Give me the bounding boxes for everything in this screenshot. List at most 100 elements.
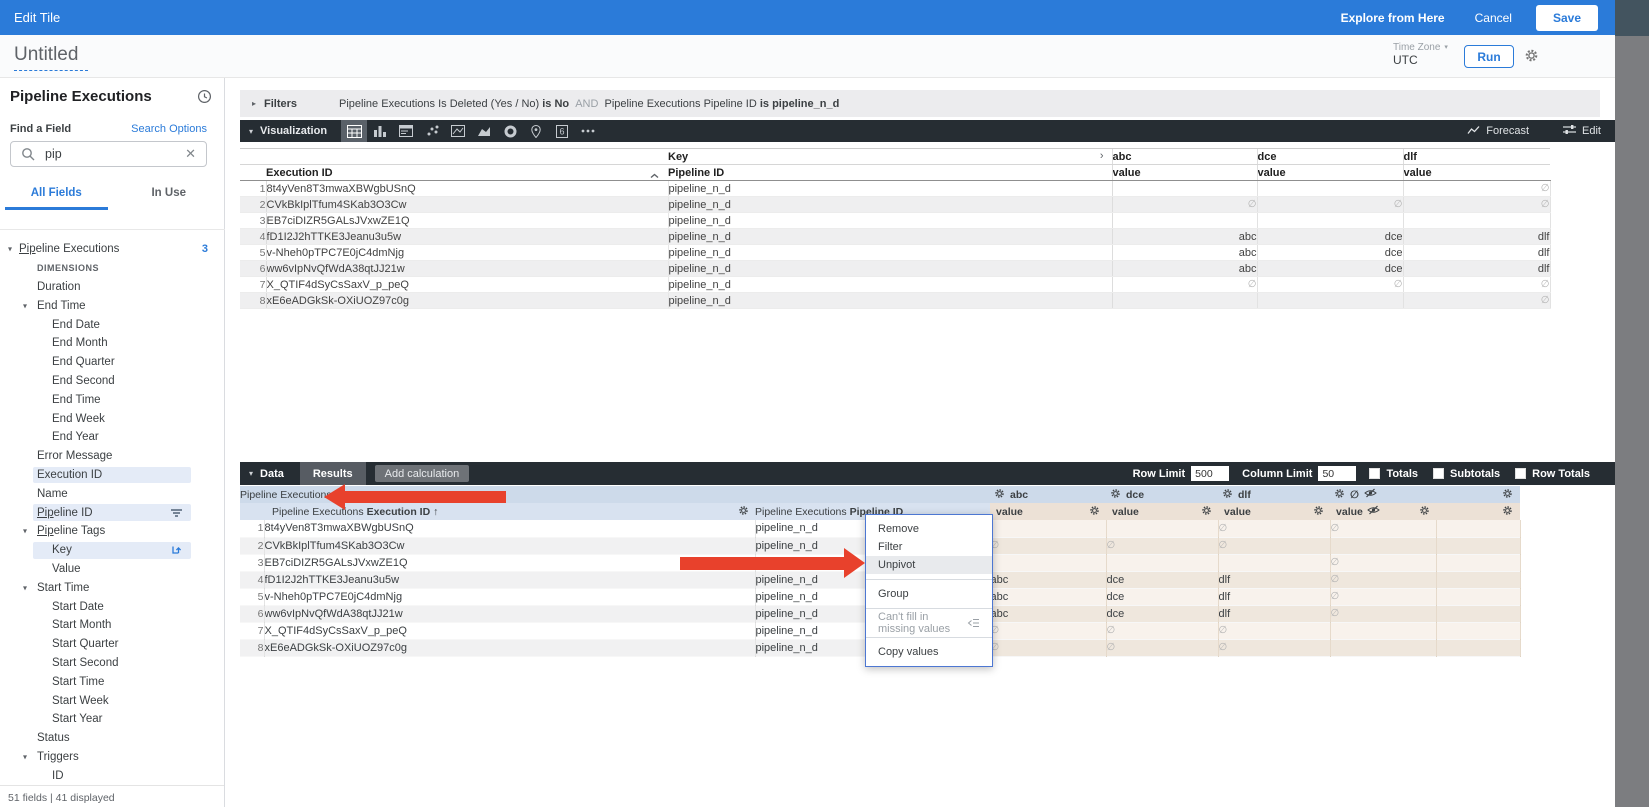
- area-viz-icon[interactable]: [471, 120, 497, 142]
- tile-title-input[interactable]: Untitled: [14, 44, 88, 71]
- sidebar-field-start-time[interactable]: Start Time: [0, 672, 225, 691]
- subtotals-checkbox[interactable]: [1433, 468, 1444, 479]
- sidebar-field-status[interactable]: Status: [0, 729, 225, 748]
- pivot-value-cell[interactable]: ∅: [1218, 520, 1330, 537]
- gear-icon[interactable]: [1419, 505, 1430, 519]
- pivot-value-cell[interactable]: abc: [1112, 229, 1257, 245]
- pivot-value-cell[interactable]: abc: [990, 588, 1106, 605]
- execution-id-cell[interactable]: 8t4yVen8T3mwaXBWgbUSnQ: [264, 520, 755, 537]
- totals-checkbox[interactable]: [1369, 468, 1380, 479]
- pivot-value-cell[interactable]: ∅: [990, 622, 1106, 639]
- value-column-header[interactable]: value: [1257, 165, 1403, 181]
- execution-id-cell[interactable]: v-Nheh0pTPC7E0jC4dmNjg: [266, 245, 668, 261]
- gear-icon[interactable]: [738, 505, 749, 519]
- pipeline-id-cell[interactable]: pipeline_n_d: [668, 213, 1112, 229]
- sidebar-field-start-second[interactable]: Start Second: [0, 654, 225, 673]
- sidebar-field-end-second[interactable]: End Second: [0, 372, 225, 391]
- pivot-value-cell[interactable]: ∅: [1106, 639, 1218, 656]
- value-column-header[interactable]: value: [1403, 165, 1550, 181]
- scatter-viz-icon[interactable]: [419, 120, 445, 142]
- chevron-down-icon[interactable]: ▾: [23, 527, 27, 536]
- sidebar-field-end-year[interactable]: End Year: [0, 428, 225, 447]
- pivot-value-cell[interactable]: [1330, 622, 1436, 639]
- sidebar-field-end-week[interactable]: End Week: [0, 409, 225, 428]
- donut-viz-icon[interactable]: [497, 120, 523, 142]
- gear-icon[interactable]: [1201, 505, 1212, 519]
- pivot-value-cell[interactable]: ∅: [1112, 197, 1257, 213]
- pivot-value-cell[interactable]: [1330, 537, 1436, 554]
- results-value-header[interactable]: value: [1330, 503, 1436, 520]
- pivot-value-cell[interactable]: abc: [1112, 261, 1257, 277]
- value-column-header[interactable]: value: [1112, 165, 1257, 181]
- cancel-button[interactable]: Cancel: [1475, 11, 1512, 25]
- pivot-value-cell[interactable]: ∅: [1330, 571, 1436, 588]
- single-value-viz-icon[interactable]: 6: [549, 120, 575, 142]
- execution-id-cell[interactable]: ww6vIpNvQfWdA38qtJJ21w: [264, 605, 755, 622]
- eye-slash-icon[interactable]: [1364, 488, 1377, 501]
- pivot-value-cell[interactable]: ∅: [1218, 622, 1330, 639]
- pivot-value-cell[interactable]: [1218, 554, 1330, 571]
- filter-icon[interactable]: [170, 508, 183, 517]
- pivot-value-cell[interactable]: ∅: [1218, 639, 1330, 656]
- sidebar-field-value[interactable]: Value: [0, 560, 225, 579]
- menu-item-group[interactable]: Group: [866, 585, 992, 603]
- tab-all-fields[interactable]: All Fields: [0, 179, 113, 207]
- pivot-value-cell[interactable]: [1106, 520, 1218, 537]
- map-viz-icon[interactable]: [523, 120, 549, 142]
- sidebar-field-end-time[interactable]: End Time: [0, 390, 225, 409]
- viz-pivot-field-header[interactable]: Key›: [668, 149, 1112, 165]
- gear-icon[interactable]: [1502, 488, 1513, 502]
- viz-pivot-value-header[interactable]: abc: [1112, 149, 1257, 165]
- clear-search-icon[interactable]: ✕: [185, 146, 196, 162]
- edit-viz-button[interactable]: Edit: [1563, 124, 1601, 138]
- sidebar-field-start-month[interactable]: Start Month: [0, 616, 225, 635]
- pivot-icon[interactable]: [171, 545, 183, 556]
- pivot-value-cell[interactable]: dlf: [1403, 245, 1550, 261]
- pivot-value-cell[interactable]: dce: [1257, 229, 1403, 245]
- pivot-value-cell[interactable]: [1330, 639, 1436, 656]
- pivot-value-cell[interactable]: ∅: [1330, 605, 1436, 622]
- execution-id-cell[interactable]: xE6eADGkSk-OXiUOZ97c0g: [264, 639, 755, 656]
- results-pivot-value-header[interactable]: ∅: [1330, 486, 1436, 503]
- pipeline-id-column-header[interactable]: Pipeline ID: [668, 165, 1112, 181]
- viz-pivot-value-header[interactable]: dce: [1257, 149, 1403, 165]
- pivot-value-cell[interactable]: ∅: [1403, 293, 1550, 309]
- pivot-value-cell[interactable]: [990, 520, 1106, 537]
- results-pivot-value-header[interactable]: abc: [990, 486, 1106, 503]
- save-button[interactable]: Save: [1536, 5, 1598, 31]
- pipeline-id-cell[interactable]: pipeline_n_d: [668, 277, 1112, 293]
- search-options-link[interactable]: Search Options: [131, 123, 207, 135]
- column-limit-input[interactable]: [1318, 466, 1356, 481]
- pivot-value-cell[interactable]: ∅: [1403, 197, 1550, 213]
- gear-icon[interactable]: [994, 488, 1005, 502]
- sidebar-field-pipeline-executions[interactable]: ▾Pipeline Executions3: [0, 240, 225, 259]
- pivot-value-cell[interactable]: ∅: [1330, 588, 1436, 605]
- pivot-value-cell[interactable]: ∅: [1257, 197, 1403, 213]
- sidebar-field-key[interactable]: Key: [0, 541, 225, 560]
- pipeline-id-cell[interactable]: pipeline_n_d: [668, 229, 1112, 245]
- pivot-value-cell[interactable]: dlf: [1218, 588, 1330, 605]
- execution-id-cell[interactable]: CVkBkIplTfum4SKab3O3Cw: [266, 197, 668, 213]
- execution-id-cell[interactable]: fD1I2J2hTTKE3Jeanu3u5w: [266, 229, 668, 245]
- pivot-value-cell[interactable]: [1257, 293, 1403, 309]
- table-report-viz-icon[interactable]: [393, 120, 419, 142]
- pivot-value-cell[interactable]: ∅: [990, 639, 1106, 656]
- sidebar-field-pipeline-tags[interactable]: ▾Pipeline Tags: [0, 522, 225, 541]
- pipeline-id-cell[interactable]: pipeline_n_d: [668, 181, 1112, 197]
- execution-id-cell[interactable]: EB7ciDIZR5GALsJVxwZE1Q: [266, 213, 668, 229]
- pivot-value-cell[interactable]: dlf: [1218, 605, 1330, 622]
- execution-id-column-header[interactable]: Execution ID: [266, 165, 668, 181]
- sidebar-field-start-date[interactable]: Start Date: [0, 597, 225, 616]
- field-search-input[interactable]: [43, 146, 185, 162]
- more-viz-icon[interactable]: [575, 120, 601, 142]
- sidebar-field-end-time[interactable]: ▾End Time: [0, 296, 225, 315]
- filters-bar[interactable]: ▸ Filters Pipeline Executions Is Deleted…: [240, 90, 1600, 117]
- gear-icon[interactable]: [1110, 488, 1121, 502]
- line-viz-icon[interactable]: [445, 120, 471, 142]
- results-value-header[interactable]: value: [990, 503, 1106, 520]
- row-limit-input[interactable]: [1191, 466, 1229, 481]
- pivot-value-cell[interactable]: ∅: [1403, 277, 1550, 293]
- gear-icon[interactable]: [1089, 505, 1100, 519]
- bar-viz-icon[interactable]: [367, 120, 393, 142]
- field-search-box[interactable]: ✕: [10, 141, 207, 167]
